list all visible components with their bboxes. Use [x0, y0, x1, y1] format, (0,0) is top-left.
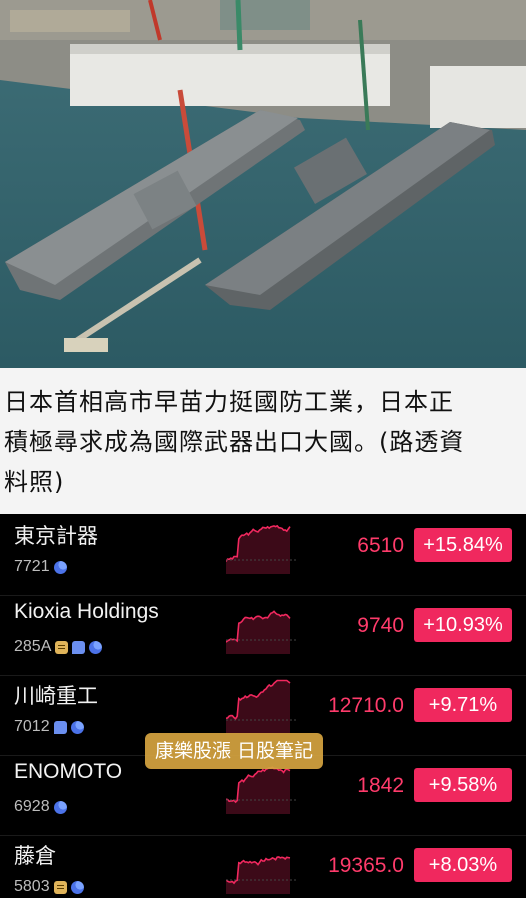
- stock-price: 19365.0: [328, 854, 404, 877]
- sparkline-chart: [226, 524, 296, 574]
- pie-icon: [70, 880, 84, 894]
- caption-line-2: 積極尋求成為國際武器出口大國。(路透資: [4, 428, 465, 456]
- stock-code-line: 6928: [14, 798, 67, 816]
- sparkline-chart: [226, 856, 296, 894]
- stock-code: 285A: [14, 638, 52, 655]
- stock-row[interactable]: 東京計器 7721 6510 +15.84%: [0, 516, 526, 596]
- pie-icon: [53, 560, 67, 574]
- change-percent-badge[interactable]: +9.71%: [414, 688, 512, 722]
- stock-code: 7012: [14, 718, 50, 735]
- stock-price: 9740: [357, 614, 404, 637]
- note-icon: [53, 880, 67, 894]
- stock-price: 12710.0: [328, 694, 404, 717]
- sparkline-chart: [226, 610, 296, 654]
- stock-name: 東京計器: [14, 525, 98, 548]
- stock-row[interactable]: 藤倉 5803 19365.0 +8.03%: [0, 836, 526, 898]
- carrier-photo: [0, 0, 526, 368]
- change-percent-badge[interactable]: +15.84%: [414, 528, 512, 562]
- stock-row[interactable]: Kioxia Holdings 285A 9740 +10.93%: [0, 596, 526, 676]
- note-icon: [55, 640, 69, 654]
- stock-code-line: 7012: [14, 718, 84, 736]
- change-percent-badge[interactable]: +9.58%: [414, 768, 512, 802]
- chat-icon: [72, 640, 86, 654]
- sparkline-area: [226, 525, 290, 574]
- stock-code-line: 285A: [14, 638, 103, 656]
- stock-name: 川崎重工: [14, 685, 98, 708]
- stock-code-line: 5803: [14, 878, 84, 896]
- stock-code-line: 7721: [14, 558, 67, 576]
- stock-code: 6928: [14, 798, 50, 815]
- stock-code: 5803: [14, 878, 50, 895]
- stock-name: ENOMOTO: [14, 760, 123, 783]
- sparkline-area: [226, 857, 290, 894]
- sparkline-area: [226, 767, 290, 814]
- pie-icon: [70, 720, 84, 734]
- watermark-badge: 康樂股漲 日股筆記: [145, 733, 324, 769]
- caption-line-3: 料照): [4, 468, 65, 496]
- photo-caption: 日本首相高市早苗力挺國防工業，日本正 積極尋求成為國際武器出口大國。(路透資 料…: [0, 368, 526, 514]
- pie-icon: [89, 640, 103, 654]
- stock-code: 7721: [14, 558, 50, 575]
- caption-line-1: 日本首相高市早苗力挺國防工業，日本正: [4, 388, 454, 416]
- stock-price: 1842: [357, 774, 404, 797]
- sparkline-area: [226, 611, 290, 654]
- change-percent-badge[interactable]: +8.03%: [414, 848, 512, 882]
- stock-name: Kioxia Holdings: [14, 600, 159, 623]
- sparkline-area: [226, 680, 290, 734]
- pie-icon: [53, 800, 67, 814]
- stock-name: 藤倉: [14, 845, 56, 868]
- stock-price: 6510: [357, 534, 404, 557]
- stock-list: 東京計器 7721 6510 +15.84% Kioxia Holdings 285A 97…: [0, 514, 526, 898]
- sparkline-chart: [226, 679, 296, 734]
- news-photo: [0, 0, 526, 368]
- chat-icon: [53, 720, 67, 734]
- change-percent-badge[interactable]: +10.93%: [414, 608, 512, 642]
